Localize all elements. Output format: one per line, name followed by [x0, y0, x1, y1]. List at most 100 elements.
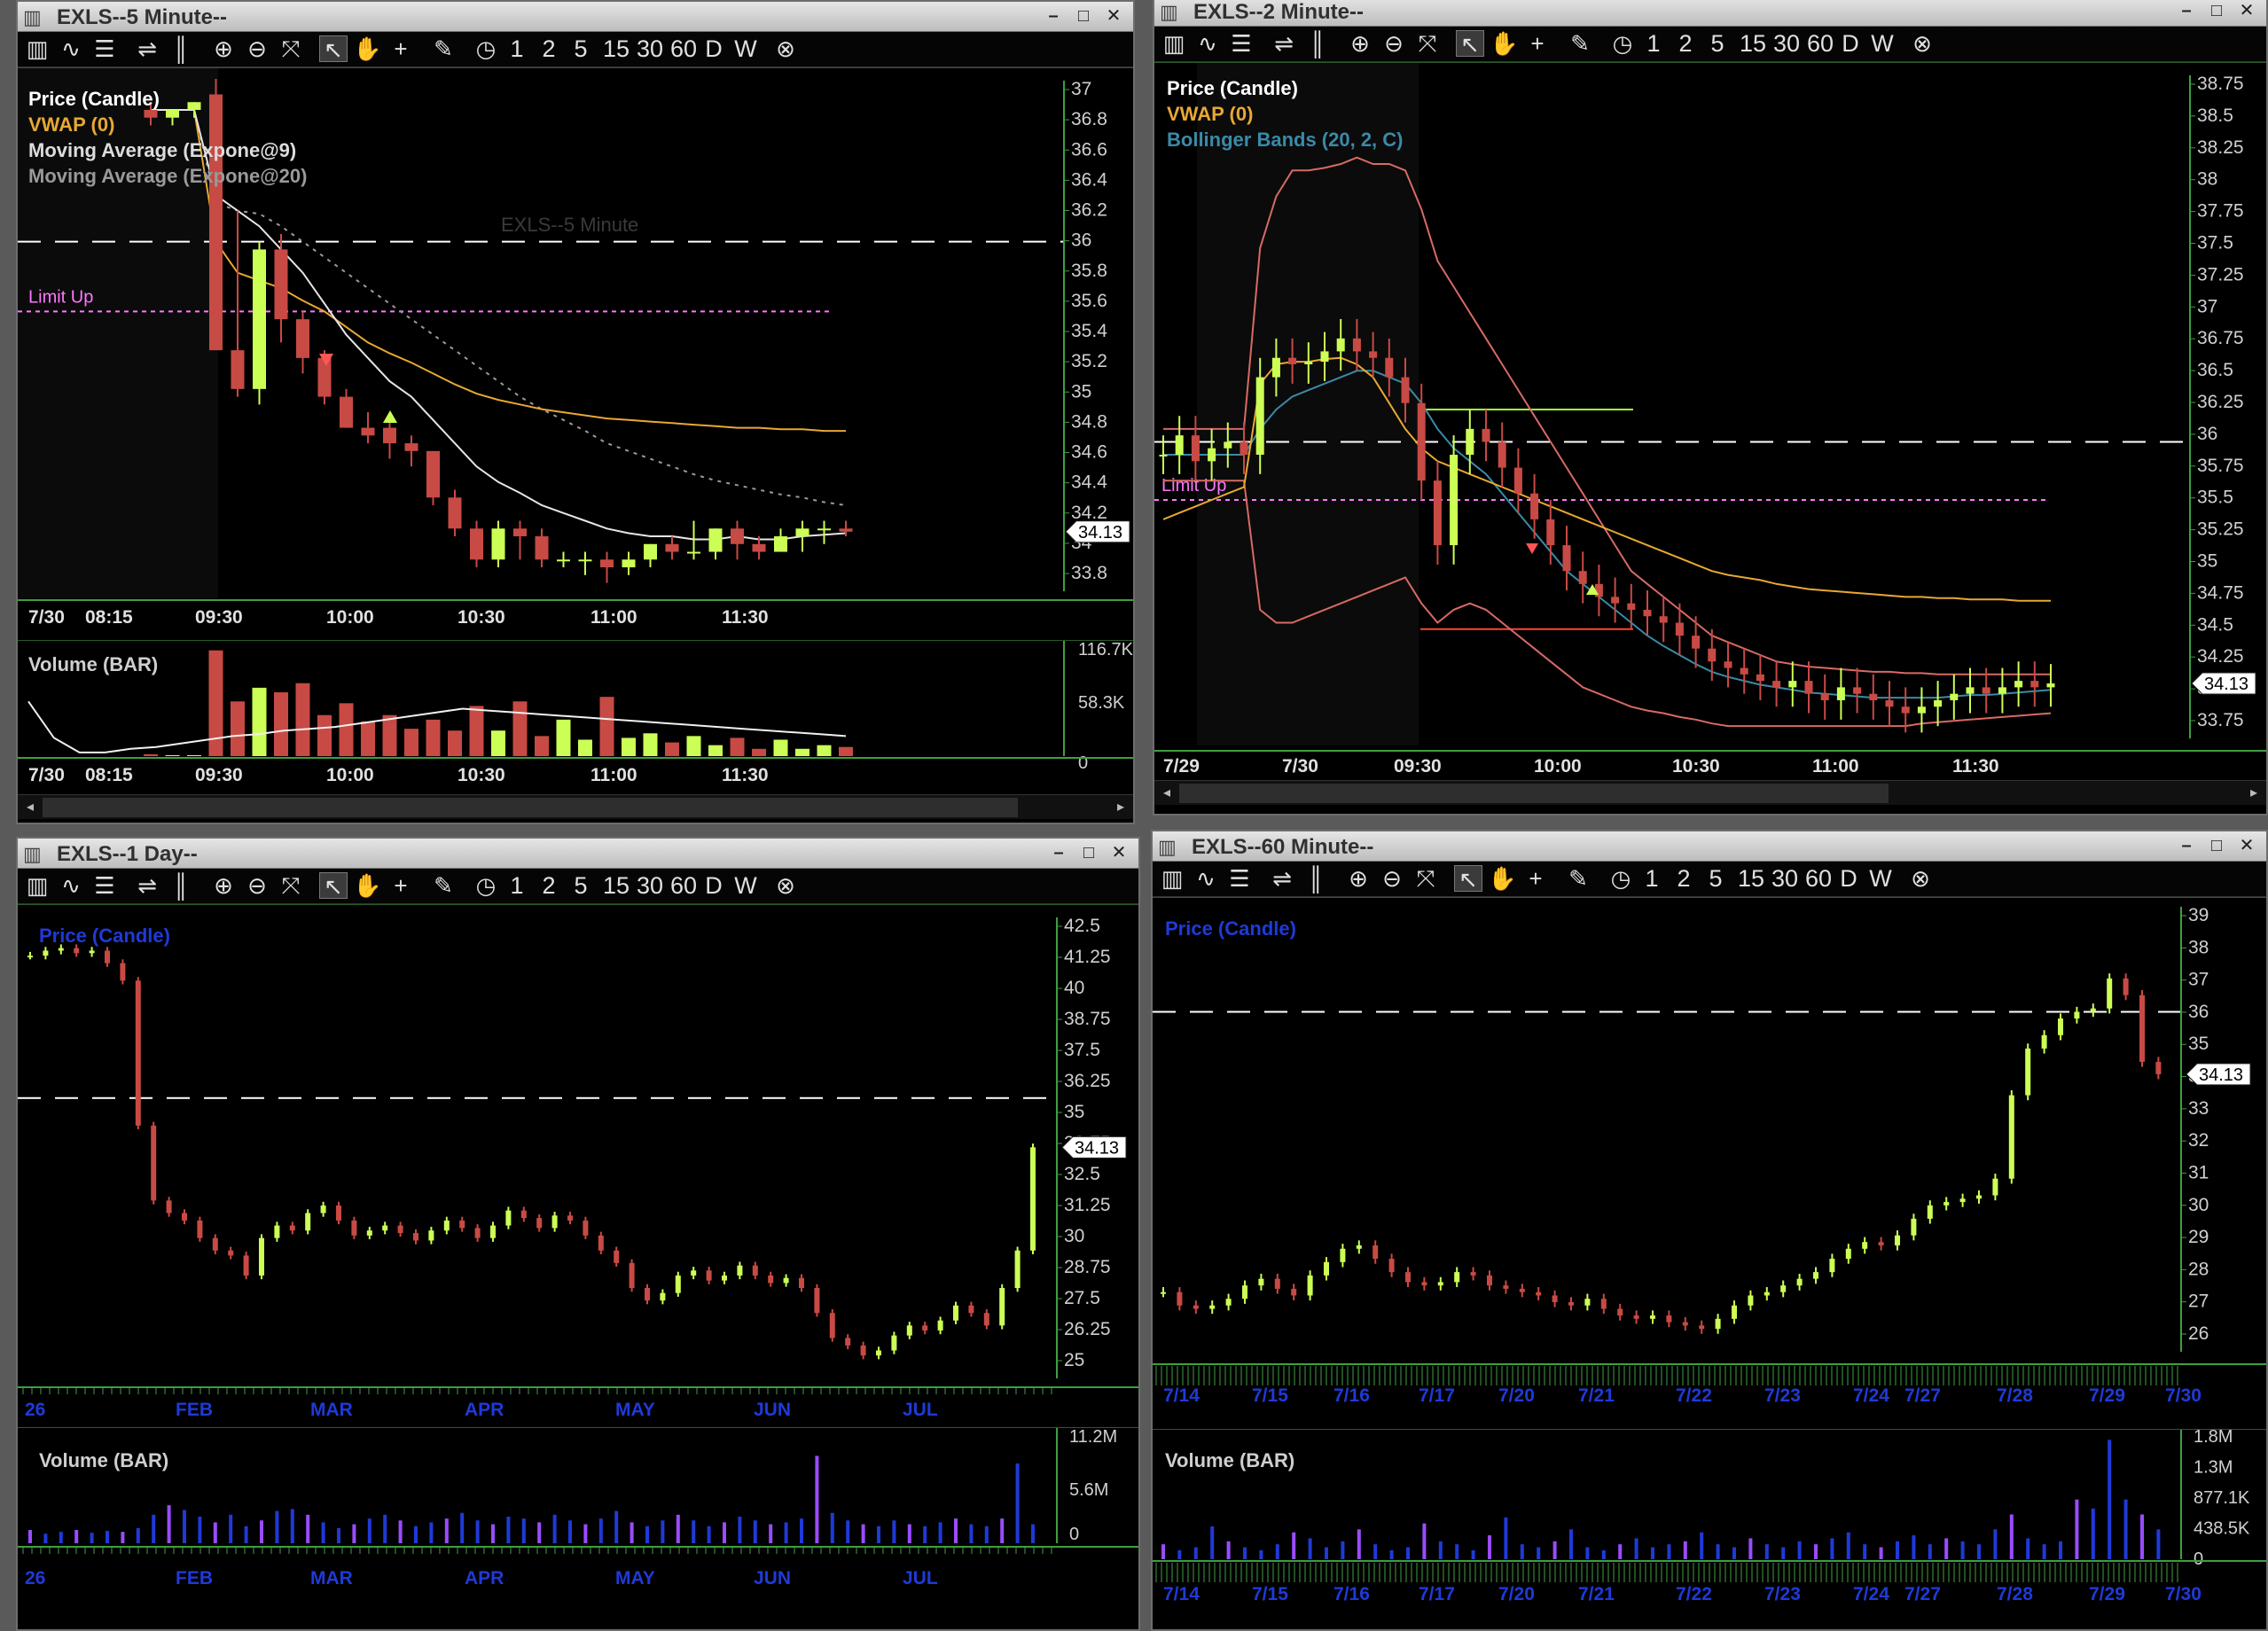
- auto-scale-icon[interactable]: ⤧: [1412, 865, 1440, 892]
- maximize-button[interactable]: □: [1076, 842, 1101, 864]
- volume-pane[interactable]: 116.7K 58.3K 0 7/30 08:15 09:30 10:00 10:30 11:0…: [18, 640, 1133, 792]
- interval-60-button[interactable]: 60: [669, 872, 699, 899]
- interval-30-button[interactable]: 30: [1771, 30, 1802, 57]
- interval-2-button[interactable]: 2: [537, 35, 560, 62]
- bars-icon[interactable]: ║: [167, 872, 195, 899]
- style-icon[interactable]: ☰: [90, 872, 119, 899]
- indicator-icon[interactable]: ∿: [1193, 30, 1222, 57]
- indicator-icon[interactable]: ∿: [1192, 865, 1220, 892]
- interval-1-button[interactable]: 1: [1640, 865, 1663, 892]
- scroll-thumb[interactable]: [43, 798, 1018, 817]
- chart-type-icon[interactable]: ▥: [23, 35, 51, 62]
- zoom-out-icon[interactable]: ⊖: [243, 35, 271, 62]
- hand-icon[interactable]: ✋: [1490, 30, 1518, 57]
- titlebar[interactable]: ▥ EXLS--60 Minute-- – □ ✕: [1153, 831, 2266, 862]
- interval-30-button[interactable]: 30: [1770, 865, 1800, 892]
- zoom-in-icon[interactable]: ⊕: [1346, 30, 1374, 57]
- style-icon[interactable]: ☰: [90, 35, 119, 62]
- scroll-right-icon[interactable]: ▸: [1110, 797, 1131, 818]
- clear-icon[interactable]: ⊗: [1906, 865, 1935, 892]
- zoom-out-icon[interactable]: ⊖: [243, 872, 271, 899]
- legend-item[interactable]: Price (Candle): [1167, 75, 1404, 101]
- price-pane[interactable]: Limit Up 38.75 38.5 38.25 38 37.75 37.5 37.25 37…: [1154, 62, 2266, 780]
- legend-item[interactable]: VWAP (0): [28, 112, 307, 137]
- draw-icon[interactable]: ✎: [1564, 865, 1592, 892]
- interval-1-button[interactable]: 1: [505, 35, 528, 62]
- minimize-button[interactable]: –: [2174, 835, 2199, 857]
- bars-icon[interactable]: ║: [1303, 30, 1332, 57]
- zoom-out-icon[interactable]: ⊖: [1380, 30, 1408, 57]
- legend-item[interactable]: VWAP (0): [1167, 101, 1404, 127]
- interval-d-button[interactable]: D: [702, 35, 725, 62]
- price-pane[interactable]: 393837363534333231302928272634.137/147/1…: [1153, 897, 2266, 1429]
- legend-item[interactable]: Price (Candle): [1165, 916, 1296, 941]
- clear-icon[interactable]: ⊗: [771, 872, 800, 899]
- interval-5-button[interactable]: 5: [1706, 30, 1729, 57]
- pointer-icon[interactable]: ↖: [1456, 30, 1484, 58]
- interval-d-button[interactable]: D: [1837, 865, 1860, 892]
- interval-2-button[interactable]: 2: [1672, 865, 1695, 892]
- lines-icon[interactable]: ⇌: [1268, 865, 1296, 892]
- lines-icon[interactable]: ⇌: [133, 35, 161, 62]
- maximize-button[interactable]: □: [1071, 5, 1096, 27]
- maximize-button[interactable]: □: [2204, 0, 2229, 22]
- interval-60-button[interactable]: 60: [669, 35, 699, 62]
- chart-type-icon[interactable]: ▥: [23, 872, 51, 899]
- titlebar[interactable]: ▥ EXLS--2 Minute-- – □ ✕: [1154, 0, 2266, 27]
- price-pane[interactable]: 42.541.254038.7537.536.253533.7532.531.2…: [18, 904, 1138, 1427]
- crosshair-icon[interactable]: +: [1521, 865, 1550, 892]
- scroll-left-icon[interactable]: ◂: [1156, 783, 1177, 804]
- interval-30-button[interactable]: 30: [635, 35, 665, 62]
- zoom-out-icon[interactable]: ⊖: [1378, 865, 1406, 892]
- scroll-left-icon[interactable]: ◂: [20, 797, 41, 818]
- zoom-in-icon[interactable]: ⊕: [209, 872, 238, 899]
- titlebar[interactable]: ▥ EXLS--1 Day-- – □ ✕: [18, 839, 1138, 869]
- pointer-icon[interactable]: ↖: [319, 872, 348, 900]
- crosshair-icon[interactable]: +: [387, 35, 415, 62]
- lines-icon[interactable]: ⇌: [1270, 30, 1298, 57]
- style-icon[interactable]: ☰: [1227, 30, 1255, 57]
- lines-icon[interactable]: ⇌: [133, 872, 161, 899]
- close-button[interactable]: ✕: [2234, 835, 2259, 857]
- horizontal-scrollbar[interactable]: ◂ ▸: [18, 794, 1133, 819]
- titlebar[interactable]: ▥ EXLS--5 Minute-- – □ ✕: [18, 2, 1133, 32]
- legend-item[interactable]: Moving Average (Expone@20): [28, 163, 307, 189]
- chart-type-icon[interactable]: ▥: [1158, 865, 1186, 892]
- horizontal-scrollbar[interactable]: ◂ ▸: [1154, 780, 2266, 805]
- pointer-icon[interactable]: ↖: [1454, 865, 1482, 893]
- hand-icon[interactable]: ✋: [353, 35, 381, 62]
- interval-15-button[interactable]: 15: [601, 872, 631, 899]
- interval-w-button[interactable]: W: [1871, 30, 1894, 57]
- legend-item[interactable]: Price (Candle): [28, 86, 307, 112]
- minimize-button[interactable]: –: [2174, 0, 2199, 22]
- interval-2-button[interactable]: 2: [537, 872, 560, 899]
- auto-scale-icon[interactable]: ⤧: [277, 872, 305, 899]
- volume-pane[interactable]: 1.8M 1.3M 877.1K 438.5K 0 7/14 7/15 7/16 7/17 7/2…: [1153, 1429, 2266, 1629]
- scroll-right-icon[interactable]: ▸: [2243, 783, 2264, 804]
- interval-5-button[interactable]: 5: [569, 35, 592, 62]
- legend-item[interactable]: Price (Candle): [39, 923, 170, 948]
- close-button[interactable]: ✕: [1101, 5, 1126, 27]
- interval-5-button[interactable]: 5: [569, 872, 592, 899]
- interval-15-button[interactable]: 15: [601, 35, 631, 62]
- interval-2-button[interactable]: 2: [1674, 30, 1697, 57]
- volume-pane[interactable]: 11.2M 5.6M 0 26 FEB MAR APR MAY JUN JUL Volume (B…: [18, 1427, 1138, 1629]
- close-button[interactable]: ✕: [1107, 842, 1131, 864]
- price-pane[interactable]: EXLS--5 Minute Limit Up 37 36.8 36.6 36.4 36.2…: [18, 67, 1133, 640]
- interval-w-button[interactable]: W: [734, 35, 757, 62]
- pointer-icon[interactable]: ↖: [319, 35, 348, 63]
- legend-item[interactable]: Moving Average (Expone@9): [28, 137, 307, 163]
- interval-60-button[interactable]: 60: [1805, 30, 1835, 57]
- interval-15-button[interactable]: 15: [1738, 30, 1768, 57]
- zoom-in-icon[interactable]: ⊕: [1344, 865, 1373, 892]
- bars-icon[interactable]: ║: [167, 35, 195, 62]
- close-button[interactable]: ✕: [2234, 0, 2259, 22]
- interval-1-button[interactable]: 1: [1642, 30, 1665, 57]
- minimize-button[interactable]: –: [1041, 5, 1066, 27]
- indicator-icon[interactable]: ∿: [57, 872, 85, 899]
- clock-icon[interactable]: ◷: [472, 35, 500, 62]
- hand-icon[interactable]: ✋: [353, 872, 381, 899]
- legend-item[interactable]: Bollinger Bands (20, 2, C): [1167, 127, 1404, 152]
- maximize-button[interactable]: □: [2204, 835, 2229, 857]
- auto-scale-icon[interactable]: ⤧: [277, 35, 305, 62]
